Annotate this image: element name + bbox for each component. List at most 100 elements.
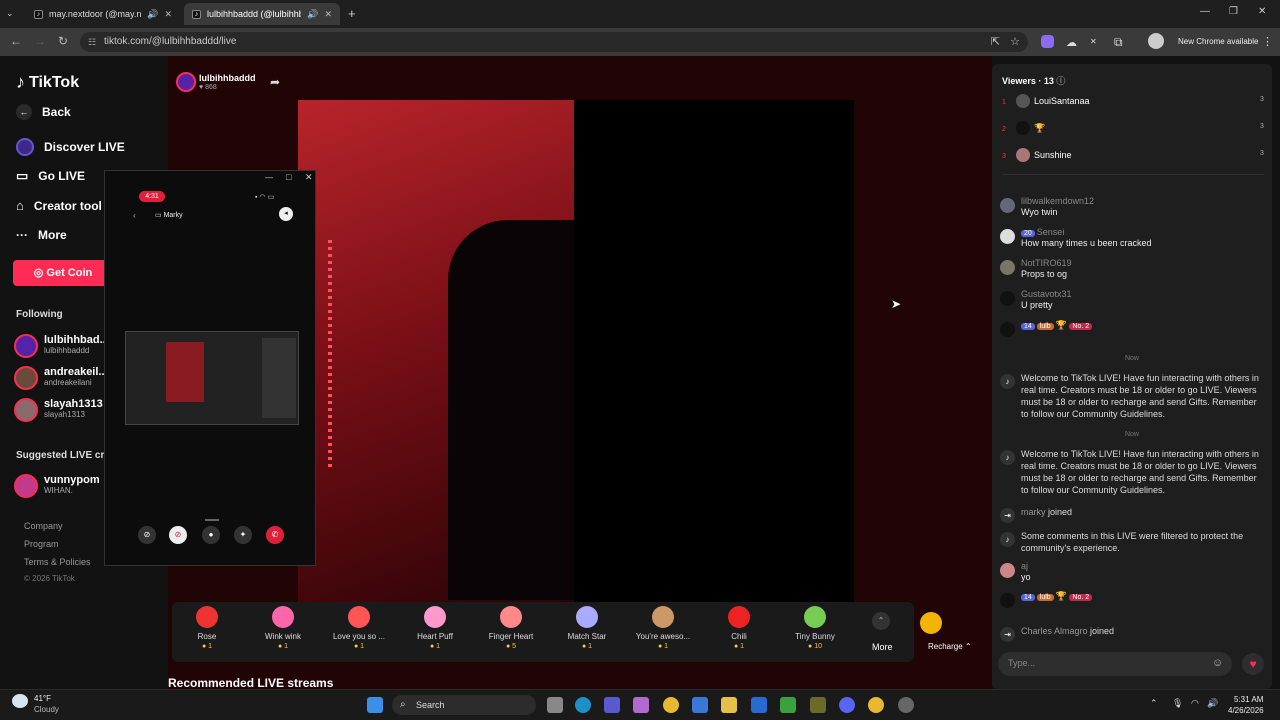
chrome-update-button[interactable]: New Chrome available — [1178, 37, 1258, 46]
tab-lulbihhbaddd[interactable]: ♪ lulbihhbaddd (@lulbihhbad 🔊 ✕ — [184, 3, 340, 25]
drag-handle[interactable] — [205, 519, 219, 521]
info-icon[interactable]: ⓘ — [1056, 76, 1065, 86]
speaker-icon[interactable]: ◂ — [279, 207, 293, 221]
app-icon[interactable] — [810, 697, 826, 713]
join-username[interactable]: Charles Almagro — [1021, 626, 1088, 636]
footer-terms-link[interactable]: Terms & Policies — [24, 557, 91, 567]
bookmark-star-icon[interactable]: ☆ — [1010, 32, 1020, 52]
gift-item[interactable]: Love you so ... ● 1 — [324, 606, 394, 650]
speaker-icon[interactable]: 🔊 — [307, 9, 318, 20]
teams-icon[interactable] — [604, 697, 620, 713]
back-button[interactable]: ← Back — [16, 104, 71, 120]
forward-arrow-icon[interactable]: → — [34, 34, 46, 48]
tab-search-icon[interactable]: ⌄ — [6, 8, 14, 19]
new-tab-button[interactable]: + — [348, 6, 356, 21]
close-tab-icon[interactable]: ✕ — [324, 9, 332, 20]
footer-company-link[interactable]: Company — [24, 521, 63, 531]
chat-username[interactable]: lilbwalkemdown12 — [1021, 196, 1094, 206]
file-explorer-icon[interactable] — [721, 697, 737, 713]
clock-date[interactable]: 4/26/2026 — [1228, 706, 1264, 715]
nav-creator-tools[interactable]: ⌂ Creator tool — [16, 198, 102, 213]
extensions-puzzle-icon[interactable]: ⧉ — [1114, 35, 1123, 50]
open-in-app-icon[interactable]: ⇱ — [991, 32, 1000, 52]
chat-username[interactable]: Gustavotx31 — [1021, 289, 1072, 299]
gift-item[interactable]: Finger Heart ● 5 — [476, 606, 546, 650]
mute-icon[interactable]: ⊘ — [169, 526, 187, 544]
windows-start-icon[interactable] — [367, 697, 383, 713]
gift-item[interactable]: Match Star ● 1 — [552, 606, 622, 650]
site-info-icon[interactable]: ☷ — [88, 32, 96, 52]
close-icon[interactable]: ✕ — [305, 172, 313, 183]
minimize-icon[interactable]: — — [265, 173, 273, 182]
reload-icon[interactable]: ↻ — [58, 34, 68, 48]
cloud-extension-icon[interactable]: ☁ — [1066, 36, 1077, 49]
chat-bubble-icon[interactable]: ● — [202, 526, 220, 544]
ext-icon[interactable]: ✕ — [1090, 37, 1097, 46]
video-frame[interactable] — [298, 100, 854, 602]
nav-more[interactable]: ··· More — [16, 228, 67, 242]
profile-avatar[interactable] — [1148, 33, 1164, 49]
tab-may-nextdoor[interactable]: ♪ may.nextdoor (@may.nextdo 🔊 ✕ — [26, 3, 180, 25]
gift-item[interactable]: Heart Puff ● 1 — [400, 606, 470, 650]
chat-username[interactable]: NotTIRO619 — [1021, 258, 1072, 268]
gift-item[interactable]: Tiny Bunny ● 10 — [780, 606, 850, 650]
maximize-icon[interactable]: □ — [286, 172, 291, 182]
footer-program-link[interactable]: Program — [24, 539, 59, 549]
tray-chevron-icon[interactable]: ⌃ — [1150, 698, 1158, 709]
chat-input[interactable]: Type... ☺ — [998, 652, 1232, 676]
gift-item[interactable]: You're aweso... ● 1 — [628, 606, 698, 650]
task-view-icon[interactable] — [547, 697, 563, 713]
top-viewer-row[interactable]: 1 LouiSantanaa 3 — [1002, 94, 1264, 108]
edge-icon[interactable] — [575, 697, 591, 713]
app-icon[interactable] — [898, 697, 914, 713]
clock-time[interactable]: 5:31 AM — [1234, 695, 1263, 704]
tiktok-logo[interactable]: ♪ TikTok — [16, 72, 79, 93]
gift-more-button[interactable]: More — [872, 642, 893, 652]
app-icon[interactable] — [751, 697, 767, 713]
url-bar[interactable]: ☷ tiktok.com/@lulbihhbaddd/live ⇱ ☆ — [80, 32, 1028, 52]
recharge-button[interactable]: Recharge ⌃ — [928, 642, 972, 651]
gift-item[interactable]: Chili ● 1 — [704, 606, 774, 650]
weather-condition[interactable]: Cloudy — [34, 705, 59, 714]
following-item[interactable]: slayah1313 slayah1313 — [14, 398, 103, 422]
chat-username[interactable]: Sensei — [1037, 227, 1065, 237]
gift-item[interactable]: Wink wink ● 1 — [248, 606, 318, 650]
get-coins-button[interactable]: ◎ Get Coin — [13, 260, 113, 286]
suggested-item[interactable]: vunnypom WIHAN. — [14, 474, 100, 498]
xbox-icon[interactable] — [780, 697, 796, 713]
close-tab-icon[interactable]: ✕ — [164, 9, 172, 20]
back-chevron-icon[interactable]: ‹ — [133, 211, 136, 220]
copilot-icon[interactable] — [633, 697, 649, 713]
gift-item[interactable]: Rose ● 1 — [172, 606, 242, 650]
maximize-icon[interactable]: ❐ — [1229, 6, 1238, 17]
store-icon[interactable] — [692, 697, 708, 713]
discord-icon[interactable] — [839, 697, 855, 713]
nav-discover-live[interactable]: Discover LIVE — [16, 138, 125, 156]
taskbar-search[interactable]: ⌕ Search — [392, 695, 536, 715]
streamer-name[interactable]: lulbihhbaddd — [199, 73, 256, 83]
top-viewer-row[interactable]: 3 Sunshine 3 — [1002, 148, 1264, 162]
speaker-icon[interactable]: 🔊 — [147, 9, 158, 20]
close-window-icon[interactable]: ✕ — [1258, 6, 1266, 17]
following-item[interactable]: lulbihhbad... lulbihhbaddd — [14, 334, 109, 358]
weather-icon[interactable] — [12, 694, 28, 708]
extension-icon[interactable] — [1041, 35, 1054, 48]
wifi-icon[interactable]: ◠ — [1191, 698, 1199, 709]
join-username[interactable]: marky — [1021, 507, 1046, 517]
following-item[interactable]: andreakeil... andreakeilani — [14, 366, 108, 390]
microphone-icon[interactable]: 🎙 — [1172, 698, 1183, 709]
chevron-up-icon[interactable]: ⌃ — [872, 612, 890, 630]
share-icon[interactable]: ➦ — [270, 75, 280, 89]
minimize-icon[interactable]: — — [1200, 6, 1210, 17]
chrome-menu-icon[interactable]: ⋮ — [1262, 35, 1273, 48]
chrome-icon[interactable] — [868, 697, 884, 713]
chat-username[interactable]: aj — [1021, 561, 1031, 571]
back-arrow-icon[interactable]: ← — [10, 34, 22, 48]
camera-off-icon[interactable]: ⊘ — [138, 526, 156, 544]
top-viewer-row[interactable]: 2 🏆 3 — [1002, 121, 1264, 135]
volume-icon[interactable]: 🔊 — [1207, 698, 1218, 709]
weather-temp[interactable]: 41°F — [34, 694, 51, 703]
effects-icon[interactable]: ✦ — [234, 526, 252, 544]
nav-go-live[interactable]: ▭ Go LIVE — [16, 168, 85, 184]
streamer-avatar[interactable] — [176, 72, 196, 92]
